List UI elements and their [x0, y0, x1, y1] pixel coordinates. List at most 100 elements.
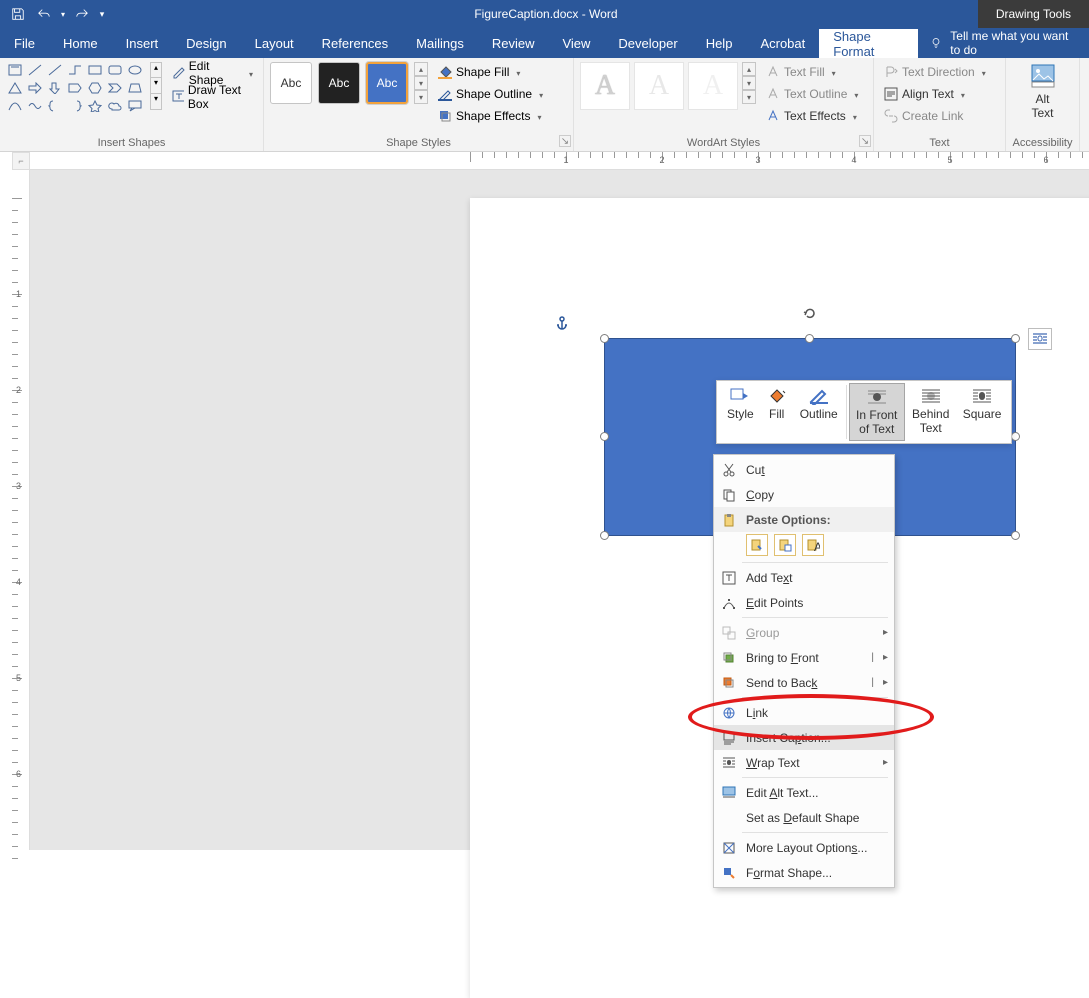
shape-trap-icon[interactable] [126, 80, 144, 96]
align-text-button[interactable]: Align Text [880, 84, 990, 104]
style-preset-3[interactable]: Abc [366, 62, 408, 104]
shape-cloud-icon[interactable] [106, 98, 124, 114]
tab-design[interactable]: Design [172, 28, 240, 58]
style-preset-2[interactable]: Abc [318, 62, 360, 104]
shape-outline-button[interactable]: Shape Outline [434, 84, 547, 104]
wordart-preset-3[interactable]: A [688, 62, 738, 110]
mini-outline-button[interactable]: Outline [794, 383, 844, 441]
shape-effects-button[interactable]: Shape Effects [434, 106, 547, 126]
shape-line2-icon[interactable] [46, 62, 64, 78]
style-gallery-spinner[interactable]: ▴▾▾ [414, 62, 428, 104]
shape-arrowr-icon[interactable] [26, 80, 44, 96]
cm-add-text[interactable]: Add Text [714, 565, 894, 590]
style-preset-1[interactable]: Abc [270, 62, 312, 104]
text-direction-button[interactable]: Text Direction [880, 62, 990, 82]
resize-handle-tr[interactable] [1011, 334, 1020, 343]
wordart-preset-1[interactable]: A [580, 62, 630, 110]
alt-text-button[interactable]: Alt Text [1021, 62, 1065, 120]
resize-handle-l[interactable] [600, 432, 609, 441]
edit-shape-button[interactable]: Edit Shape [168, 62, 257, 84]
mini-fill-button[interactable]: Fill [760, 383, 794, 441]
cm-edit-points[interactable]: Edit Points [714, 590, 894, 615]
paste-option-2[interactable] [774, 534, 796, 556]
gallery-more[interactable]: ▾ [150, 94, 162, 110]
cm-copy[interactable]: Copy [714, 482, 894, 507]
rotate-handle[interactable] [802, 305, 818, 321]
paste-option-1[interactable] [746, 534, 768, 556]
shape-styles-launcher[interactable]: ↘ [559, 135, 571, 147]
text-effects-button[interactable]: Text Effects [762, 106, 862, 126]
cm-more-layout[interactable]: More Layout Options... [714, 835, 894, 860]
wordart-preset-2[interactable]: A [634, 62, 684, 110]
cm-send-back[interactable]: Send to Back|▸ [714, 670, 894, 695]
mini-infront-button[interactable]: In Front of Text [849, 383, 905, 441]
shape-connector-icon[interactable] [66, 62, 84, 78]
shape-line-icon[interactable] [26, 62, 44, 78]
shape-hex-icon[interactable] [86, 80, 104, 96]
undo-dropdown[interactable]: ▾ [58, 2, 68, 26]
save-button[interactable] [6, 2, 30, 26]
gallery-up[interactable]: ▴ [150, 62, 162, 78]
tab-layout[interactable]: Layout [241, 28, 308, 58]
shape-rect-icon[interactable] [86, 62, 104, 78]
shape-callout-icon[interactable] [126, 98, 144, 114]
qat-customize[interactable]: ▾ [96, 2, 108, 26]
shape-triangle-icon[interactable] [6, 80, 24, 96]
mini-style-button[interactable]: Style [721, 383, 760, 441]
resize-handle-br[interactable] [1011, 531, 1020, 540]
mini-square-button[interactable]: Square [957, 383, 1008, 441]
shape-brace2-icon[interactable] [66, 98, 84, 114]
cm-insert-caption[interactable]: Insert Caption... [714, 725, 894, 750]
tab-view[interactable]: View [548, 28, 604, 58]
resize-handle-t[interactable] [805, 334, 814, 343]
shape-star-icon[interactable] [86, 98, 104, 114]
cm-link[interactable]: Link [714, 700, 894, 725]
shape-brace-icon[interactable] [46, 98, 64, 114]
resize-handle-tl[interactable] [600, 334, 609, 343]
tab-mailings[interactable]: Mailings [402, 28, 478, 58]
tell-me-search[interactable]: Tell me what you want to do [918, 28, 1089, 58]
vertical-ruler[interactable]: 123456 [12, 170, 30, 850]
wordart-launcher[interactable]: ↘ [859, 135, 871, 147]
document-area[interactable]: Style Fill Outline In Front of Text Behi… [30, 170, 1089, 850]
text-fill-button[interactable]: Text Fill [762, 62, 862, 82]
gallery-down[interactable]: ▾ [150, 78, 162, 94]
cm-cut[interactable]: Cut [714, 457, 894, 482]
cm-edit-alt-text[interactable]: Edit Alt Text... [714, 780, 894, 805]
wordart-gallery-spinner[interactable]: ▴▾▾ [742, 62, 756, 110]
shape-wavy-icon[interactable] [26, 98, 44, 114]
shape-fill-button[interactable]: Shape Fill [434, 62, 547, 82]
tab-references[interactable]: References [308, 28, 402, 58]
shape-arrowd-icon[interactable] [46, 80, 64, 96]
cm-bring-front[interactable]: Bring to Front|▸ [714, 645, 894, 670]
shape-roundrect-icon[interactable] [106, 62, 124, 78]
tab-help[interactable]: Help [692, 28, 747, 58]
mini-behind-button[interactable]: Behind Text [905, 383, 957, 441]
cm-format-shape[interactable]: Format Shape... [714, 860, 894, 885]
draw-text-box-button[interactable]: Draw Text Box [168, 86, 257, 108]
shape-textbox-icon[interactable] [6, 62, 24, 78]
tab-acrobat[interactable]: Acrobat [746, 28, 819, 58]
shape-curve-icon[interactable] [6, 98, 24, 114]
tab-home[interactable]: Home [49, 28, 112, 58]
shape-chevron-icon[interactable] [106, 80, 124, 96]
cm-wrap-text[interactable]: Wrap Text▸ [714, 750, 894, 775]
tab-review[interactable]: Review [478, 28, 549, 58]
tab-insert[interactable]: Insert [112, 28, 173, 58]
tab-shape-format[interactable]: Shape Format [819, 28, 918, 58]
page[interactable]: Style Fill Outline In Front of Text Behi… [470, 198, 1089, 998]
tab-developer[interactable]: Developer [604, 28, 691, 58]
cm-default-shape[interactable]: Set as Default Shape [714, 805, 894, 830]
create-link-button[interactable]: Create Link [880, 106, 990, 126]
undo-button[interactable] [32, 2, 56, 26]
layout-options-button[interactable] [1028, 328, 1052, 350]
shape-oval-icon[interactable] [126, 62, 144, 78]
text-outline-button[interactable]: Text Outline [762, 84, 862, 104]
tab-file[interactable]: File [0, 28, 49, 58]
paste-option-3[interactable]: A [802, 534, 824, 556]
resize-handle-bl[interactable] [600, 531, 609, 540]
horizontal-ruler[interactable]: 123456 [30, 152, 1089, 170]
redo-button[interactable] [70, 2, 94, 26]
shape-gallery[interactable] [6, 62, 144, 114]
shape-pentagon-icon[interactable] [66, 80, 84, 96]
